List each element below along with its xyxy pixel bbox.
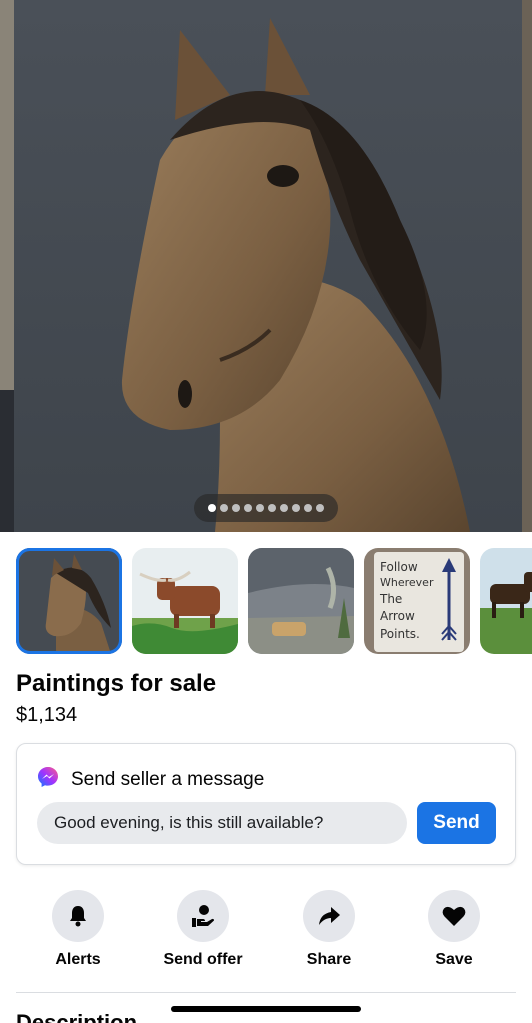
heart-icon[interactable]	[428, 890, 480, 942]
alerts-button[interactable]: Alerts	[23, 890, 133, 969]
thumbnail-text: The	[379, 592, 402, 606]
offer-icon[interactable]	[177, 890, 229, 942]
bell-icon[interactable]	[52, 890, 104, 942]
pagination-dot	[280, 504, 288, 512]
pagination-dot	[208, 504, 216, 512]
listing-main-photo[interactable]	[0, 0, 532, 532]
thumbnail-text: Follow	[380, 560, 418, 574]
horse-field-thumbnail-image	[480, 548, 532, 654]
thumbnail-text: Wherever	[380, 576, 434, 589]
pagination-dot	[256, 504, 264, 512]
message-input[interactable]: Good evening, is this still available?	[37, 802, 407, 844]
listing-title: Paintings for sale	[16, 670, 217, 697]
section-divider	[16, 992, 516, 993]
listing-actions-row: Alerts Send offer Share Save	[0, 890, 532, 970]
horse-painting-image	[0, 0, 532, 532]
thumbnail-horse-field-painting[interactable]	[480, 548, 532, 654]
share-arrow-icon[interactable]	[303, 890, 355, 942]
thumbnail-text: Arrow	[380, 609, 415, 623]
pagination-dot	[304, 504, 312, 512]
listing-price: $1,134	[16, 704, 78, 726]
pagination-dot	[268, 504, 276, 512]
home-indicator[interactable]	[171, 1006, 361, 1012]
pagination-dot	[232, 504, 240, 512]
share-label: Share	[306, 951, 352, 968]
share-button[interactable]: Share	[274, 890, 384, 969]
description-heading: Description	[16, 1010, 138, 1023]
messenger-icon	[37, 766, 59, 793]
thumbnail-arrow-quote-painting[interactable]: Follow Wherever The Arrow Points.	[364, 548, 470, 654]
photo-pagination-dots	[194, 494, 338, 522]
storm-thumbnail-image	[248, 548, 354, 654]
send-offer-label: Send offer	[163, 951, 243, 968]
pagination-dot	[220, 504, 228, 512]
arrow-quote-thumbnail-image: Follow Wherever The Arrow Points.	[364, 548, 470, 654]
send-seller-message-card: Send seller a message Good evening, is t…	[16, 743, 516, 865]
thumbnail-longhorn-painting[interactable]	[132, 548, 238, 654]
thumbnail-horse-painting[interactable]	[16, 548, 122, 654]
pagination-dot	[316, 504, 324, 512]
send-offer-button[interactable]: Send offer	[148, 890, 258, 969]
photo-thumbnail-strip[interactable]: Follow Wherever The Arrow Points.	[0, 548, 532, 656]
pagination-dot	[244, 504, 252, 512]
pagination-dot	[292, 504, 300, 512]
save-button[interactable]: Save	[399, 890, 509, 969]
send-message-button[interactable]: Send	[417, 802, 496, 844]
longhorn-thumbnail-image	[132, 548, 238, 654]
message-card-title: Send seller a message	[71, 768, 265, 790]
horse-thumbnail-image	[16, 548, 122, 654]
thumbnail-text: Points.	[380, 627, 420, 641]
save-label: Save	[435, 951, 473, 968]
thumbnail-storm-landscape-painting[interactable]	[248, 548, 354, 654]
alerts-label: Alerts	[55, 951, 101, 968]
message-card-header: Send seller a message	[37, 766, 264, 793]
